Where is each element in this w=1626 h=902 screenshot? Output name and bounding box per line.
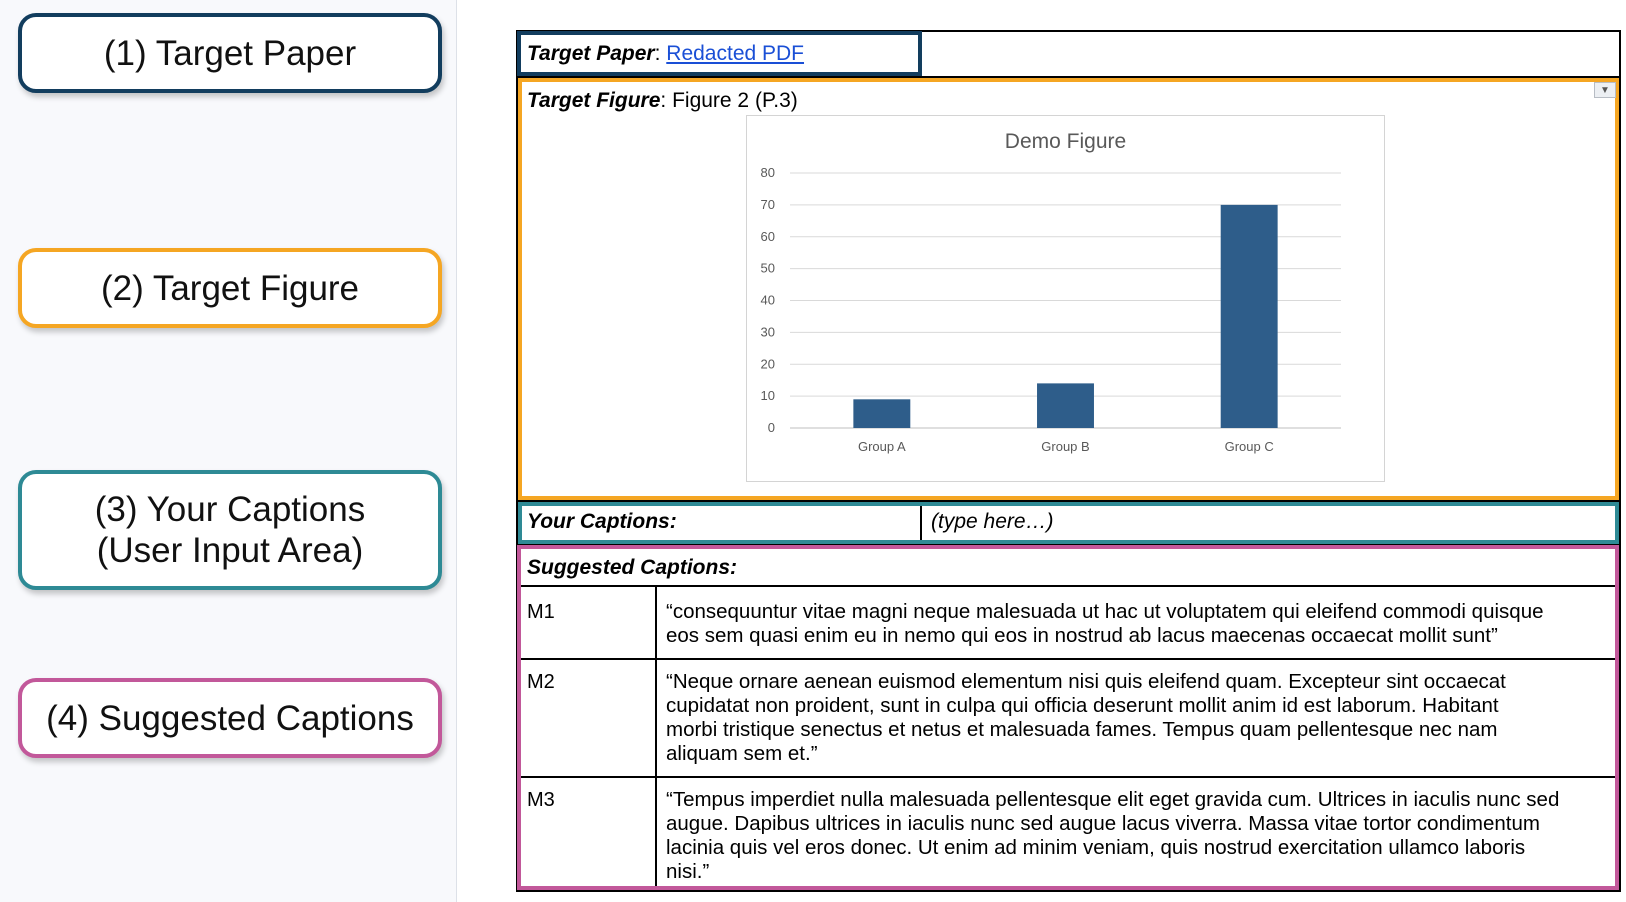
legend-label: (2) Target Figure: [100, 268, 360, 308]
x-tick-label: Group A: [858, 439, 906, 454]
your-captions-label: Your Captions:: [527, 510, 677, 533]
suggestion-line: augue. Dapibus ultrices in iaculis nunc …: [666, 812, 1540, 835]
suggestion-text-m2[interactable]: “Neque ornare aenean euismod elementum n…: [666, 670, 1611, 766]
y-tick-label: 40: [761, 293, 775, 308]
bar: [1037, 383, 1094, 428]
legend-label: (1) Target Paper: [103, 33, 357, 73]
target-paper-cell: Target Paper: Redacted PDF: [527, 42, 804, 66]
y-tick-label: 0: [768, 420, 775, 435]
y-tick-label: 20: [761, 356, 775, 371]
y-tick-label: 70: [761, 197, 775, 212]
chart-plot: 0 10 20 30 40 50 60 70 80 Group A Group B Group C: [761, 165, 1341, 454]
y-tick-label: 50: [761, 261, 775, 276]
target-figure-value: : Figure 2 (P.3): [660, 89, 798, 112]
chevron-down-icon[interactable]: ▼: [1594, 82, 1616, 98]
suggestion-line: cupidatat non proident, sunt in culpa qu…: [666, 694, 1499, 717]
legend-panel: (1) Target Paper (2) Target Figure (3) Y…: [0, 0, 457, 902]
legend-target-figure: (2) Target Figure: [18, 248, 442, 328]
y-tick-label: 60: [761, 229, 775, 244]
legend-your-captions: (3) Your Captions (User Input Area): [18, 470, 442, 590]
target-paper-label: Target Paper: [527, 42, 655, 65]
suggestion-id-m3: M3: [527, 789, 555, 811]
suggestion-line: eos sem quasi enim eu in nemo qui eos in…: [666, 624, 1498, 647]
target-figure-cell: Target Figure: Figure 2 (P.3): [527, 89, 798, 113]
suggestion-text-m3[interactable]: “Tempus imperdiet nulla malesuada pellen…: [666, 788, 1611, 884]
legend-sublabel: (User Input Area): [96, 531, 364, 570]
target-paper-separator: :: [654, 42, 667, 65]
legend-target-paper: (1) Target Paper: [18, 13, 442, 93]
suggestion-line: “Neque ornare aenean euismod elementum n…: [666, 670, 1506, 693]
bar: [853, 399, 911, 428]
suggestion-text-m1[interactable]: “consequuntur vitae magni neque malesuad…: [666, 600, 1611, 648]
legend-suggested-captions: (4) Suggested Captions: [18, 678, 442, 758]
suggestion-id-m2: M2: [527, 671, 555, 693]
legend-label: (3) Your Captions: [94, 490, 366, 529]
suggestion-line: “Tempus imperdiet nulla malesuada pellen…: [666, 788, 1560, 811]
y-tick-label: 10: [761, 388, 775, 403]
y-tick-label: 30: [761, 324, 775, 339]
your-captions-highlight: [518, 502, 1619, 544]
caption-input-field[interactable]: (type here…): [931, 510, 1054, 534]
x-tick-label: Group B: [1041, 439, 1089, 454]
suggestion-line: morbi tristique senectus et netus et mal…: [666, 718, 1498, 741]
suggestion-line: nisi.”: [666, 860, 710, 883]
target-figure-label: Target Figure: [527, 89, 661, 112]
suggestion-line: lacinia quis vel eros donec. Ut enim ad …: [666, 836, 1526, 859]
legend-label: (4) Suggested Captions: [46, 698, 414, 738]
suggested-captions-label: Suggested Captions:: [527, 556, 738, 579]
suggestion-line: “consequuntur vitae magni neque malesuad…: [666, 600, 1544, 623]
suggestion-id-m1: M1: [527, 601, 555, 623]
y-tick-label: 80: [761, 165, 775, 180]
suggestion-line: aliquam sem et.”: [666, 742, 818, 765]
demo-figure-chart: Demo Figure 0 10 20 30 40 50 60 70 80 Group A Grou…: [746, 115, 1385, 482]
redacted-pdf-link[interactable]: Redacted PDF: [666, 42, 804, 65]
x-tick-label: Group C: [1225, 439, 1274, 454]
bar: [1220, 204, 1278, 428]
